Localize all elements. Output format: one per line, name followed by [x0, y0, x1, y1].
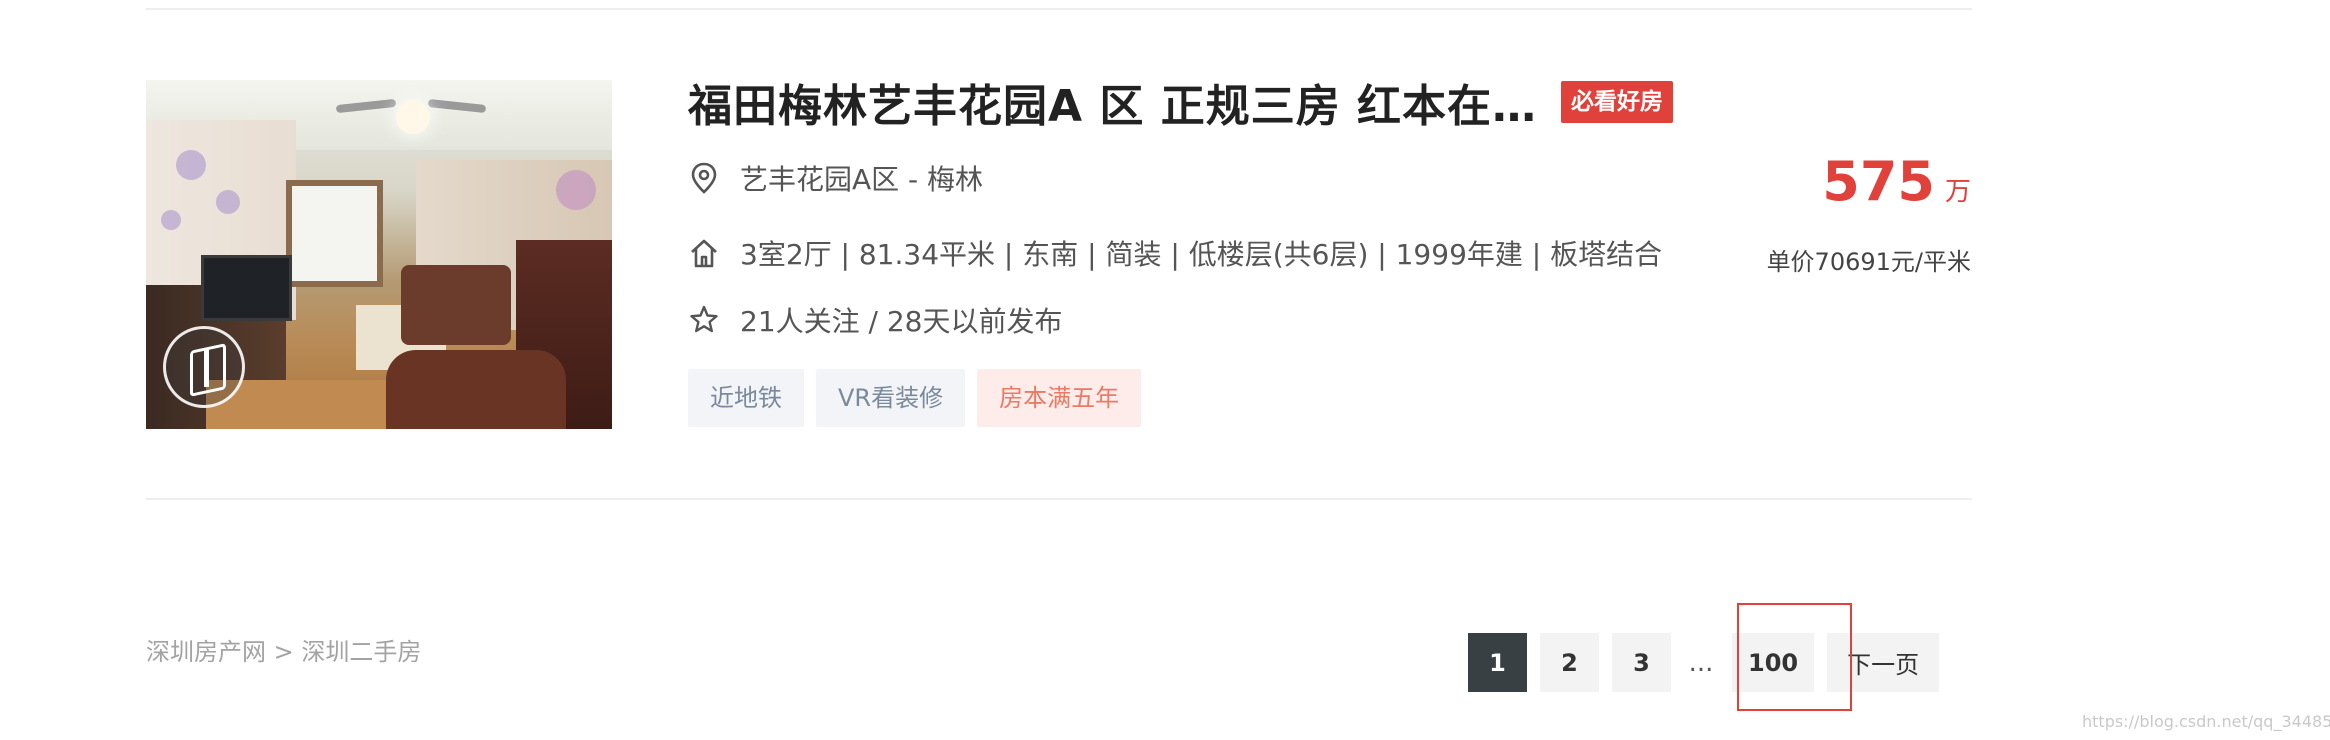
breadcrumb: 深圳房产网 > 深圳二手房 — [146, 632, 421, 667]
ceiling-fan-icon — [335, 80, 487, 134]
top-divider — [146, 8, 1972, 10]
follow-info-text: 21人关注 / 28天以前发布 — [740, 305, 1063, 338]
location-pin-icon — [691, 162, 717, 194]
thumb-sofa — [401, 265, 511, 345]
total-price: 575 万 — [1822, 150, 1971, 213]
annotation-highlight-box — [1737, 603, 1852, 711]
breadcrumb-home-link[interactable]: 深圳房产网 — [146, 638, 266, 666]
tag-vr-decoration: VR看装修 — [816, 369, 966, 427]
follow-info-row: 21人关注 / 28天以前发布 — [688, 300, 1063, 340]
location-text[interactable]: 艺丰花园A区 - 梅林 — [740, 158, 983, 198]
thumb-window — [286, 180, 383, 287]
breadcrumb-current-link[interactable]: 深圳二手房 — [301, 638, 421, 666]
house-info-text: 3室2厅 | 81.34平米 | 东南 | 简装 | 低楼层(共6层) | 19… — [740, 238, 1663, 271]
listing-title[interactable]: 福田梅林艺丰花园A 区 正规三房 红本在… — [688, 70, 1537, 134]
thumb-wall-flower — [161, 210, 181, 230]
bottom-divider — [146, 498, 1972, 500]
unit-price: 单价70691元/平米 — [1766, 248, 1971, 276]
listing-tags: 近地铁 VR看装修 房本满五年 — [688, 369, 1153, 427]
price-unit: 万 — [1944, 177, 1971, 207]
price-value: 575 — [1822, 150, 1935, 213]
house-info-row: 3室2厅 | 81.34平米 | 东南 | 简装 | 低楼层(共6层) | 19… — [688, 233, 1662, 273]
page-3-button[interactable]: 3 — [1612, 633, 1671, 692]
breadcrumb-separator: > — [273, 638, 294, 666]
listing-title-row: 福田梅林艺丰花园A 区 正规三房 红本在… 必看好房 — [688, 70, 1674, 134]
must-see-badge: 必看好房 — [1561, 81, 1674, 123]
watermark: https://blog.csdn.net/qq_34485826 — [2082, 712, 2330, 731]
thumb-tv — [201, 255, 292, 321]
page-2-button[interactable]: 2 — [1540, 633, 1599, 692]
vr-tour-icon[interactable] — [163, 326, 245, 408]
location-row: 艺丰花园A区 - 梅林 — [688, 158, 983, 198]
thumb-wall-flower — [176, 150, 206, 180]
thumb-wall-flower — [216, 190, 240, 214]
thumb-chair — [386, 350, 566, 429]
thumb-wall-flower — [556, 170, 596, 210]
pagination: 1 2 3 ... 100 下一页 — [1468, 633, 1952, 692]
tag-five-year-deed: 房本满五年 — [977, 369, 1142, 427]
page-ellipsis: ... — [1688, 647, 1714, 678]
page-1-button[interactable]: 1 — [1468, 633, 1527, 692]
tag-near-subway: 近地铁 — [688, 369, 804, 427]
house-icon — [691, 239, 717, 268]
star-icon — [690, 305, 718, 333]
